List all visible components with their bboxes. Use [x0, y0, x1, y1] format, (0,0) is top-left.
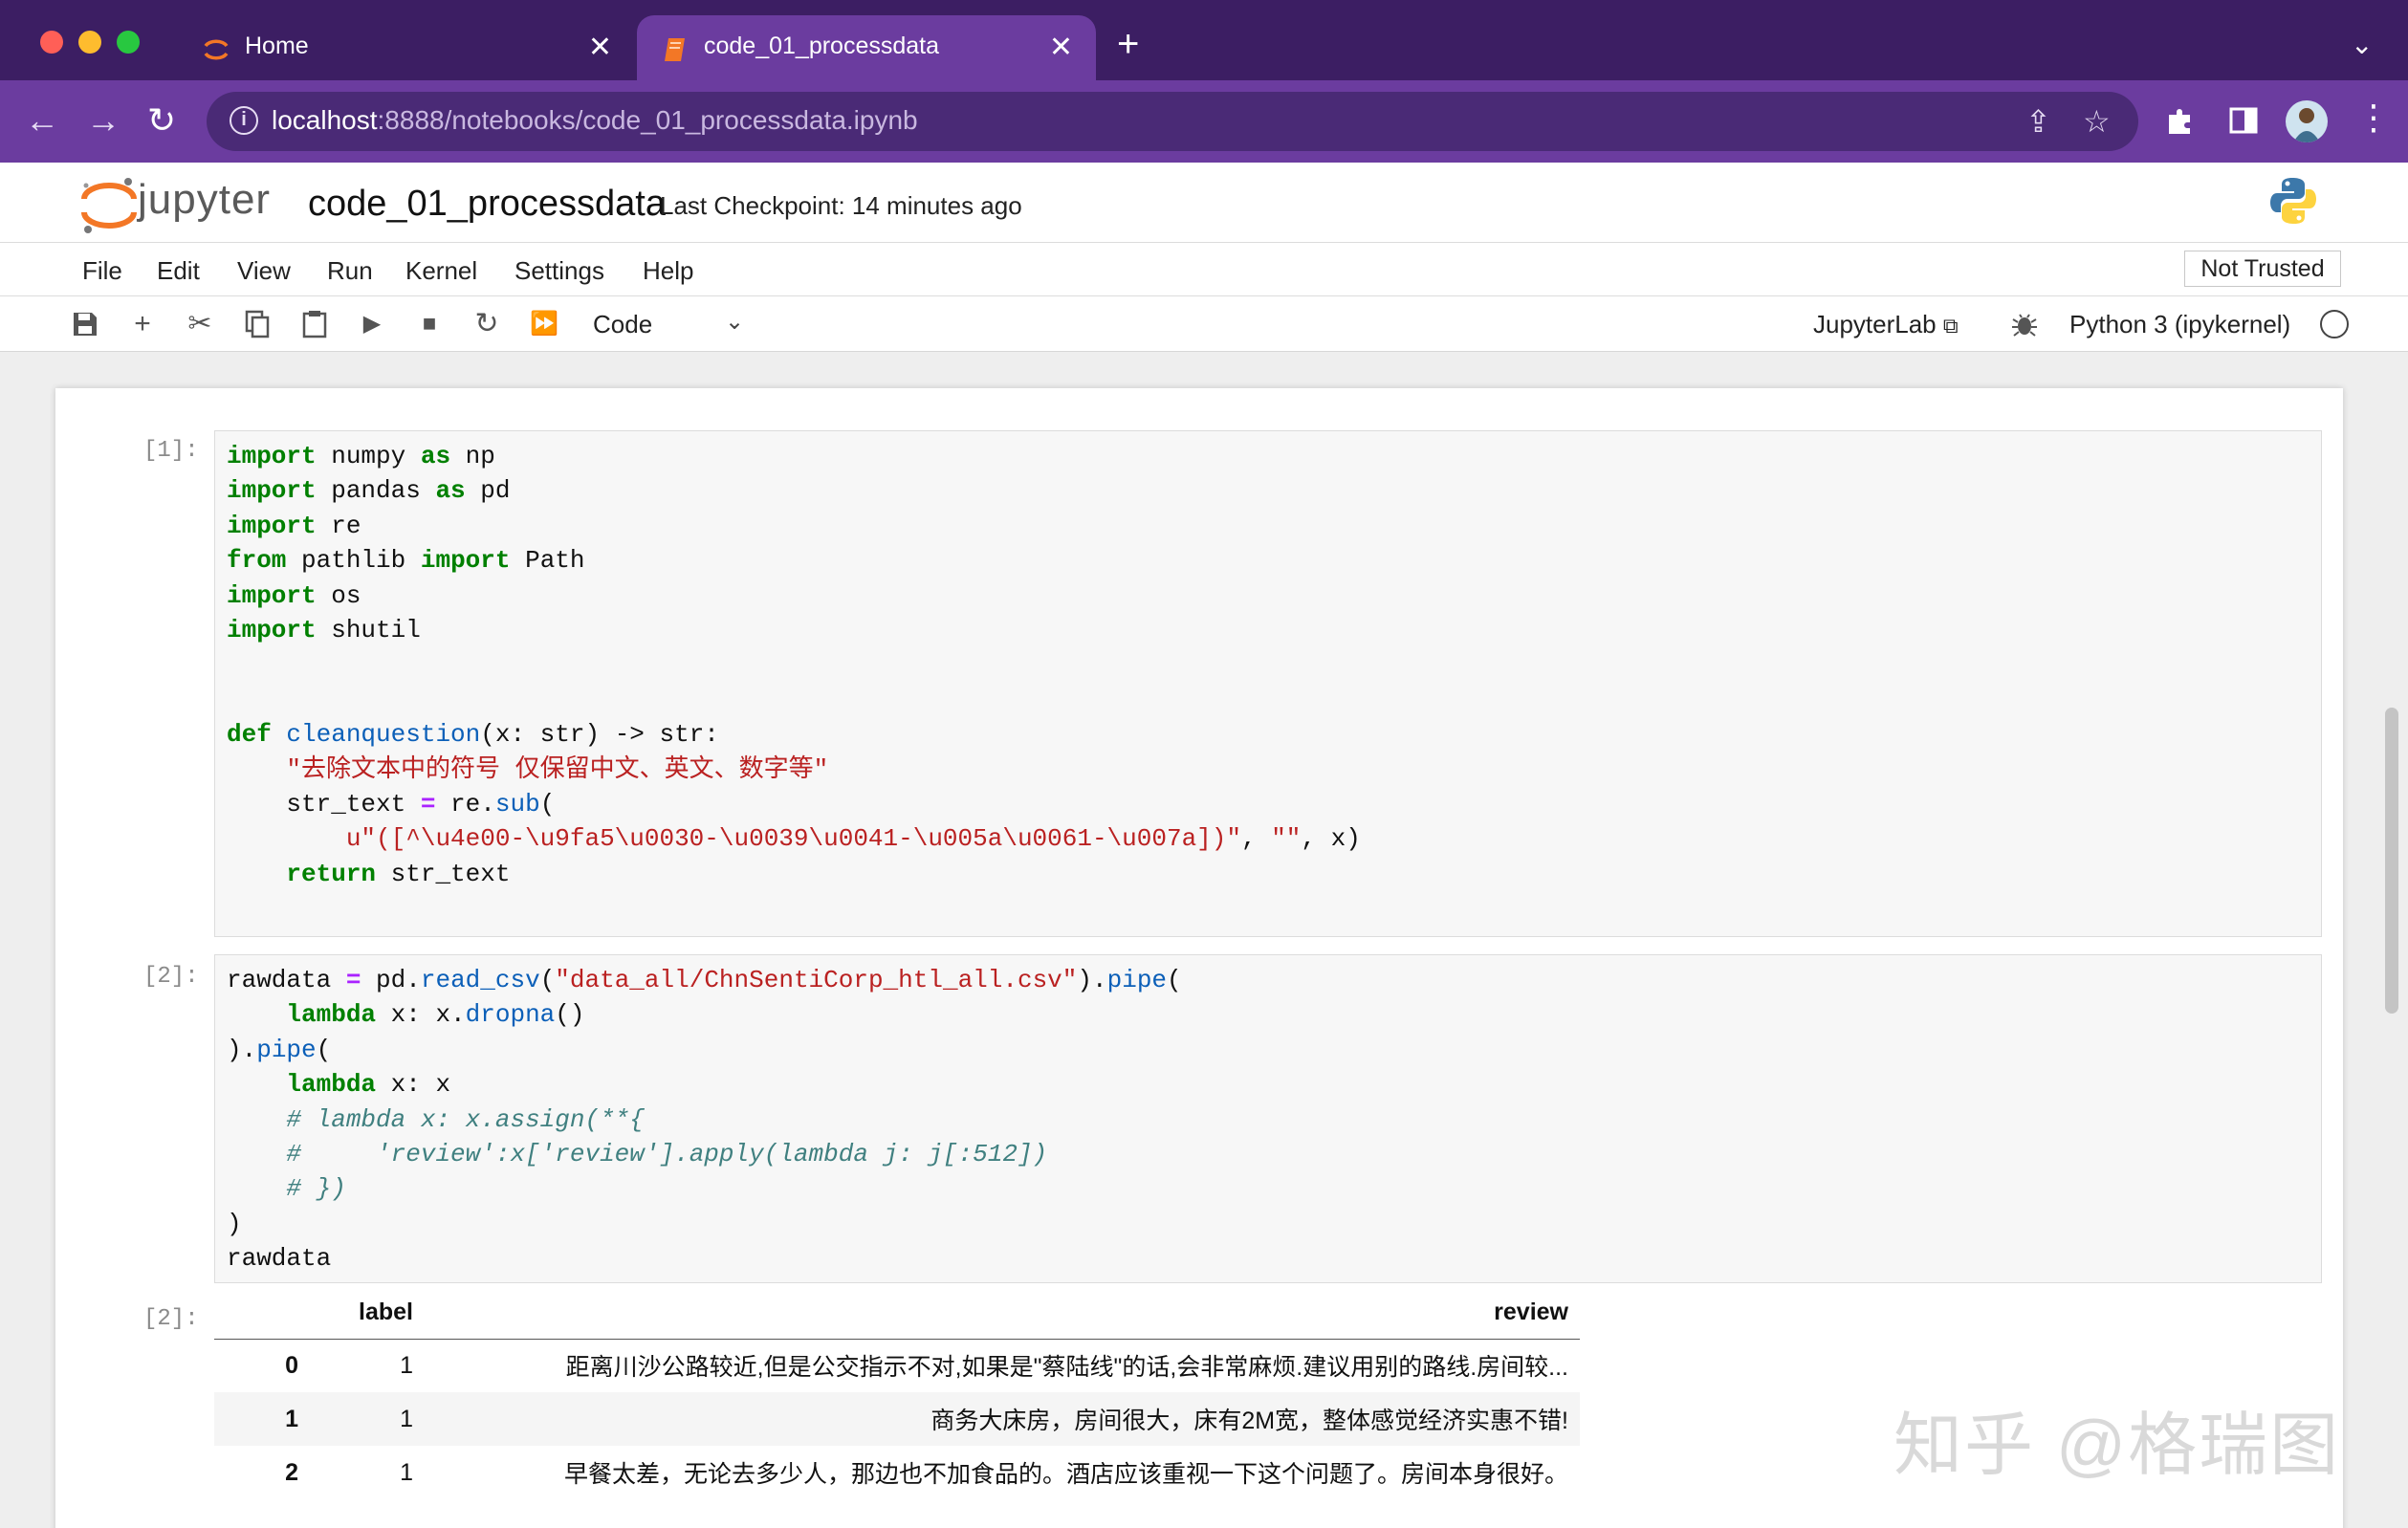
tab-home[interactable]: Home ✕ — [178, 15, 635, 80]
profile-avatar[interactable] — [2286, 100, 2328, 142]
back-arrow-icon[interactable]: ← — [25, 99, 59, 142]
jupyter-wordmark: jupyter — [138, 176, 272, 223]
url-host: localhost — [272, 105, 378, 135]
site-info-icon[interactable]: i — [230, 106, 258, 135]
jupyter-header: jupyter code_01_processdata Last Checkpo… — [0, 163, 2408, 243]
zoom-window-button[interactable] — [117, 31, 140, 54]
chevron-down-icon[interactable]: ⌄ — [2351, 29, 2373, 60]
run-all-icon[interactable]: ⏩ — [528, 308, 560, 340]
stop-kernel-icon[interactable]: ■ — [413, 308, 446, 340]
side-panel-icon[interactable] — [2226, 103, 2261, 138]
watermark-text: 知乎 @格瑞图 — [1894, 1408, 2341, 1484]
code-cell-2[interactable]: rawdata = pd.read_csv("data_all/ChnSenti… — [214, 954, 2322, 1283]
row-review: 距离川沙公路较近,但是公交指示不对,如果是"蔡陆线"的话,会非常麻烦.建议用别的… — [565, 1354, 1568, 1382]
notebook-page: [1]: import numpy as np import pandas as… — [55, 388, 2343, 1528]
dataframe-output: label review 0 1 距离川沙公路较近,但是公交指示不对,如果是"蔡… — [214, 1287, 1580, 1499]
reload-icon[interactable]: ↻ — [147, 99, 176, 142]
row-label: 1 — [400, 1458, 413, 1486]
jupyter-logo-icon[interactable] — [78, 174, 142, 235]
url-text[interactable]: localhost:8888/notebooks/code_01_process… — [272, 105, 918, 136]
menu-settings[interactable]: Settings — [514, 256, 604, 286]
chevron-down-icon[interactable]: ⌄ — [725, 308, 744, 336]
tab-notebook[interactable]: code_01_processdata ✕ — [637, 15, 1096, 80]
jupyter-favicon-icon — [204, 39, 229, 60]
debugger-bug-icon[interactable] — [2008, 308, 2041, 340]
table-row: 1 1 商务大床房，房间很大，床有2M宽，整体感觉经济实惠不错! — [214, 1392, 1580, 1446]
menu-file[interactable]: File — [82, 256, 122, 286]
more-vertical-icon[interactable]: ⋮ — [2356, 98, 2391, 138]
external-link-icon: ⧉ — [1942, 314, 1959, 338]
menu-kernel[interactable]: Kernel — [405, 256, 477, 286]
save-icon[interactable] — [69, 308, 101, 340]
row-review: 商务大床房，房间很大，床有2M宽，整体感觉经济实惠不错! — [425, 1392, 1580, 1446]
kernel-name[interactable]: Python 3 (ipykernel) — [2069, 310, 2290, 339]
close-tab-icon[interactable]: ✕ — [1049, 31, 1073, 64]
code-cell-2-source[interactable]: rawdata = pd.read_csv("data_all/ChnSenti… — [227, 963, 1182, 1277]
output-2-prompt: [2]: — [143, 1306, 199, 1332]
menu-bar: File Edit View Run Kernel Settings Help … — [0, 243, 2408, 296]
menu-edit[interactable]: Edit — [157, 256, 200, 286]
cut-icon[interactable]: ✂ — [184, 308, 216, 340]
close-window-button[interactable] — [40, 31, 63, 54]
browser-toolbar: ← → ↻ i localhost:8888/notebooks/code_01… — [0, 80, 2408, 163]
minimize-window-button[interactable] — [78, 31, 101, 54]
column-header-label: label — [310, 1287, 425, 1340]
run-cell-icon[interactable]: ▶ — [356, 308, 388, 340]
extensions-puzzle-icon[interactable] — [2163, 103, 2198, 138]
menu-run[interactable]: Run — [327, 256, 373, 286]
row-review: 早餐太差，无论去多少人，那边也不加食品的。酒店应该重视一下这个问题了。房间本身很… — [563, 1461, 1568, 1488]
tab-home-label: Home — [245, 33, 309, 59]
code-cell-1-source[interactable]: import numpy as np import pandas as pd i… — [227, 439, 1361, 891]
cell-1-prompt: [1]: — [143, 438, 199, 464]
restart-kernel-icon[interactable]: ↻ — [471, 308, 503, 340]
row-index: 2 — [285, 1458, 298, 1486]
notebook-toolbar: + ✂ ▶ ■ ↻ ⏩ Code ⌄ JupyterLab ⧉ Python 3… — [0, 296, 2408, 352]
jupyterlab-label: JupyterLab — [1813, 310, 1937, 338]
paste-icon[interactable] — [298, 308, 331, 340]
add-cell-icon[interactable]: + — [126, 308, 159, 340]
checkpoint-status: Last Checkpoint: 14 minutes ago — [660, 191, 1022, 220]
row-label: 1 — [310, 1392, 425, 1446]
menu-help[interactable]: Help — [643, 256, 693, 286]
bookmark-star-icon[interactable]: ☆ — [2083, 103, 2111, 140]
cell-2-prompt: [2]: — [143, 964, 199, 990]
python-logo-icon — [2270, 178, 2316, 224]
trust-button[interactable]: Not Trusted — [2184, 251, 2341, 287]
browser-tab-bar: Home ✕ code_01_processdata ✕ + ⌄ — [0, 0, 2408, 80]
vertical-scrollbar[interactable] — [2385, 708, 2398, 1014]
row-index: 0 — [285, 1351, 298, 1379]
table-row: 0 1 距离川沙公路较近,但是公交指示不对,如果是"蔡陆线"的话,会非常麻烦.建… — [214, 1339, 1580, 1392]
column-header-review: review — [425, 1287, 1580, 1340]
forward-arrow-icon[interactable]: → — [86, 99, 120, 142]
row-label: 1 — [400, 1351, 413, 1379]
kernel-status-icon — [2320, 310, 2349, 338]
row-index: 1 — [214, 1392, 310, 1446]
share-icon[interactable]: ⇪ — [2025, 103, 2051, 140]
table-row: 2 1 早餐太差，无论去多少人，那边也不加食品的。酒店应该重视一下这个问题了。房… — [214, 1446, 1580, 1499]
code-cell-1[interactable]: import numpy as np import pandas as pd i… — [214, 430, 2322, 937]
notebook-area: [1]: import numpy as np import pandas as… — [0, 352, 2408, 1528]
address-bar[interactable]: i localhost:8888/notebooks/code_01_proce… — [207, 92, 2138, 151]
notebook-favicon-icon — [665, 38, 685, 61]
cell-type-select[interactable]: Code — [593, 310, 652, 339]
copy-icon[interactable] — [241, 308, 274, 340]
notebook-title[interactable]: code_01_processdata — [308, 184, 666, 225]
table-header-row: label review — [214, 1287, 1580, 1340]
index-header — [214, 1287, 310, 1340]
tab-notebook-label: code_01_processdata — [704, 33, 940, 59]
new-tab-icon[interactable]: + — [1117, 25, 1139, 63]
open-jupyterlab-link[interactable]: JupyterLab ⧉ — [1813, 310, 1959, 339]
close-tab-icon[interactable]: ✕ — [588, 31, 612, 64]
url-path: :8888/notebooks/code_01_processdata.ipyn… — [377, 105, 918, 135]
menu-view[interactable]: View — [237, 256, 291, 286]
